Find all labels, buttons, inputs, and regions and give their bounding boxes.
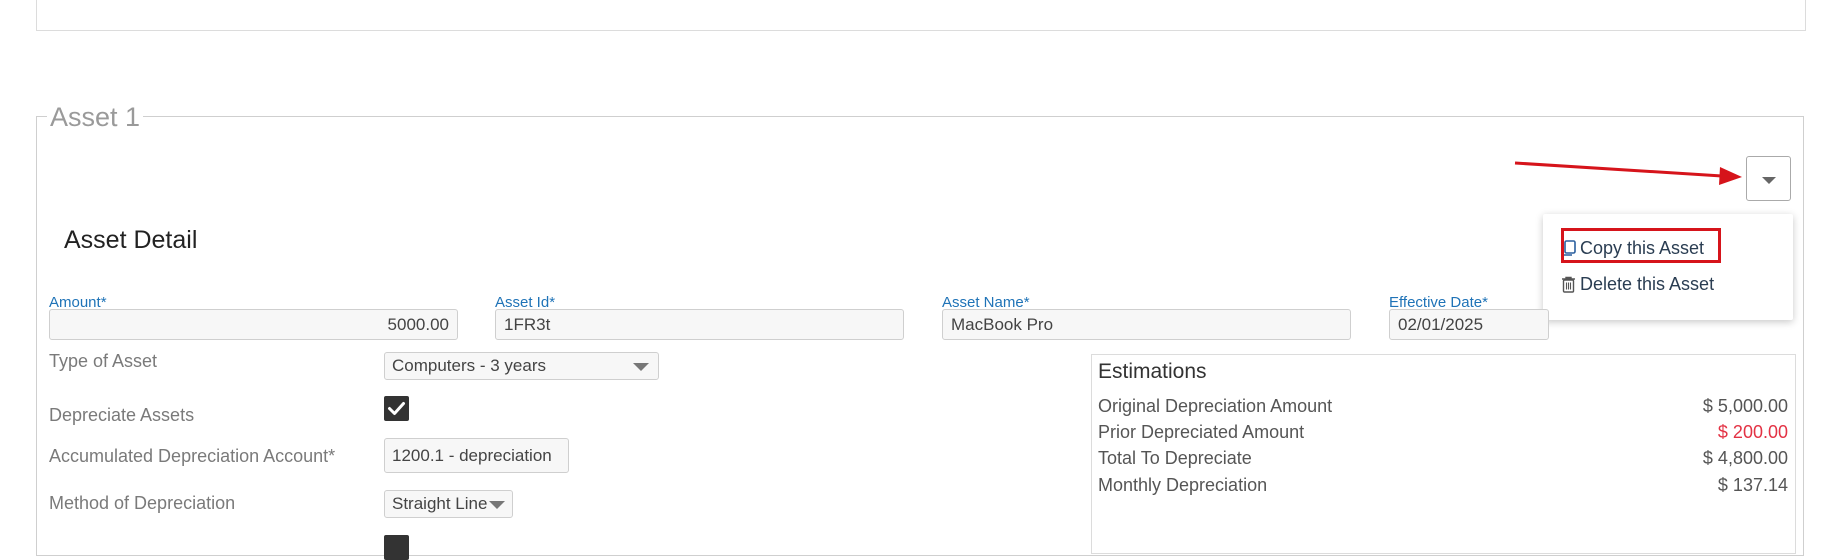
- estimation-value: $ 4,800.00: [1702, 448, 1788, 468]
- estimation-value: $ 5,000.00: [1702, 396, 1788, 416]
- chevron-down-icon: [489, 501, 505, 509]
- method-label: Method of Depreciation: [49, 493, 236, 513]
- estimation-row: Total To Depreciate $ 4,800.00: [1098, 445, 1788, 471]
- estimation-value: $ 200.00: [1717, 422, 1788, 442]
- depreciate-assets-checkbox[interactable]: [384, 396, 409, 421]
- annotation-arrow: [1514, 161, 1742, 185]
- section-title: Asset Detail: [64, 226, 198, 254]
- accumulated-account-label: Accumulated Depreciation Account*: [49, 446, 336, 466]
- effective-date-input[interactable]: 02/01/2025: [1389, 309, 1549, 340]
- trash-icon: [1562, 276, 1575, 293]
- asset-actions-button[interactable]: [1746, 156, 1791, 201]
- copy-asset-highlight: [1561, 228, 1721, 263]
- asset-id-input[interactable]: 1FR3t: [495, 309, 904, 340]
- estimation-row: Monthly Depreciation $ 137.14: [1098, 472, 1788, 498]
- estimation-label: Original Depreciation Amount: [1098, 396, 1333, 416]
- estimation-label: Total To Depreciate: [1098, 448, 1252, 468]
- asset-legend: Asset 1: [47, 101, 144, 133]
- method-value: Straight Line: [392, 494, 488, 513]
- delete-asset-label: Delete this Asset: [1580, 273, 1715, 294]
- caret-down-icon: [1762, 177, 1776, 184]
- next-checkbox[interactable]: [384, 535, 409, 560]
- type-of-asset-value: Computers - 3 years: [392, 356, 546, 375]
- type-of-asset-select[interactable]: Computers - 3 years: [384, 352, 659, 380]
- depreciate-assets-label: Depreciate Assets: [49, 405, 195, 425]
- type-of-asset-label: Type of Asset: [49, 351, 158, 371]
- estimation-value: $ 137.14: [1717, 475, 1788, 495]
- estimation-label: Prior Depreciated Amount: [1098, 422, 1305, 442]
- estimation-row: Original Depreciation Amount $ 5,000.00: [1098, 393, 1788, 419]
- previous-panel: [36, 0, 1806, 31]
- chevron-down-icon: [633, 363, 649, 371]
- estimation-label: Monthly Depreciation: [1098, 475, 1268, 495]
- delete-asset-menu-item[interactable]: Delete this Asset: [1561, 269, 1714, 299]
- accumulated-account-input[interactable]: 1200.1 - depreciation: [384, 438, 569, 473]
- checkmark-icon: [388, 402, 405, 415]
- asset-name-input[interactable]: MacBook Pro: [942, 309, 1351, 340]
- estimation-row: Prior Depreciated Amount $ 200.00: [1098, 419, 1788, 445]
- amount-input[interactable]: 5000.00: [49, 309, 458, 340]
- estimations-title: Estimations: [1098, 360, 1207, 383]
- method-select[interactable]: Straight Line: [384, 490, 513, 518]
